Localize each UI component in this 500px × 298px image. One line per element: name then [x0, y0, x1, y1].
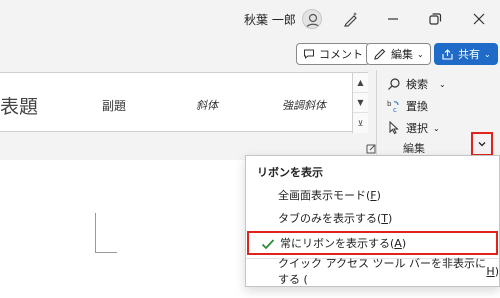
- share-button[interactable]: 共有 ⌄: [434, 43, 498, 65]
- action-row: コメント 編集 ⌄ 共有 ⌄: [0, 40, 500, 70]
- editing-group: 検索 ⌄ b c 置換 選択 ⌄ 編集: [376, 70, 460, 160]
- menu-item-label: タブのみを表示する(: [278, 212, 382, 225]
- gallery-scroll-up-icon[interactable]: ▲: [353, 73, 368, 93]
- svg-text:c: c: [393, 106, 397, 113]
- menu-item-suffix: ): [376, 188, 381, 202]
- chevron-down-icon: ⌄: [439, 79, 446, 89]
- menu-item-suffix: ): [494, 264, 499, 278]
- gallery-scrollbar: ▲ ▼ ⊻: [352, 73, 368, 133]
- menu-item-accesskey: H: [486, 264, 495, 278]
- replace-icon: b c: [387, 100, 399, 113]
- dialog-launcher-icon[interactable]: [366, 144, 376, 154]
- minimize-icon[interactable]: [384, 10, 402, 28]
- menu-item-fullscreen[interactable]: 全画面表示モード(F): [246, 184, 499, 206]
- menu-item-accesskey: T: [381, 211, 389, 225]
- menu-item-suffix: ): [401, 236, 407, 250]
- share-label: 共有: [458, 48, 480, 61]
- edit-mode-button[interactable]: 編集 ⌄: [366, 43, 431, 65]
- search-icon: [388, 78, 400, 90]
- share-icon: [442, 48, 453, 60]
- ribbon-display-menu: リボンを表示 全画面表示モード(F) タブのみを表示する(T) 常にリボンを表示…: [245, 155, 500, 287]
- menu-item-tabs-only[interactable]: タブのみを表示する(T): [246, 207, 499, 229]
- pencil-icon: [374, 48, 386, 60]
- gallery-scroll-down-icon[interactable]: ▼: [353, 93, 368, 113]
- chevron-down-icon: [478, 142, 486, 147]
- menu-item-accesskey: A: [394, 236, 402, 250]
- style-emphasis[interactable]: 斜体: [196, 97, 218, 113]
- editing-group-label: 編集: [403, 142, 425, 155]
- comment-button[interactable]: コメント: [296, 43, 370, 65]
- menu-header: リボンを表示: [257, 166, 323, 179]
- styles-gallery: 表題 副題 斜体 強調斜体 ▲ ▼ ⊻: [0, 72, 368, 133]
- chevron-down-icon: ⌄: [484, 49, 491, 59]
- menu-item-label: 常にリボンを表示する(: [280, 237, 395, 250]
- close-icon[interactable]: [470, 10, 488, 28]
- cursor-arrow-icon: [389, 121, 399, 135]
- chevron-down-icon: ⌄: [417, 49, 424, 59]
- title-bar: 秋葉 一郎: [0, 0, 500, 40]
- svg-text:b: b: [387, 100, 392, 108]
- menu-item-label: クイック アクセス ツール バーを非表示にする (: [278, 257, 486, 286]
- chevron-down-icon: ⌄: [433, 123, 440, 133]
- find-button[interactable]: 検索 ⌄: [387, 76, 446, 92]
- style-subtitle[interactable]: 副題: [102, 97, 126, 114]
- menu-item-hide-qat[interactable]: クイック アクセス ツール バーを非表示にする (H): [246, 257, 499, 286]
- edit-mode-label: 編集: [391, 48, 413, 61]
- style-intense-emphasis[interactable]: 強調斜体: [282, 97, 326, 113]
- restore-icon[interactable]: [426, 10, 444, 28]
- ribbon-display-options-button[interactable]: [471, 132, 493, 156]
- gallery-more-icon[interactable]: ⊻: [353, 113, 368, 133]
- replace-label: 置換: [406, 100, 428, 113]
- replace-button[interactable]: b c 置換: [387, 98, 428, 114]
- comment-label: コメント: [319, 48, 363, 61]
- page-corner-mark: [95, 213, 117, 253]
- menu-item-always-show[interactable]: 常にリボンを表示する(A): [247, 231, 498, 255]
- menu-item-suffix: ): [388, 211, 393, 225]
- style-title[interactable]: 表題: [0, 92, 38, 119]
- avatar-icon[interactable]: [302, 9, 322, 29]
- checkmark-icon: [261, 239, 275, 250]
- user-name: 秋葉 一郎: [244, 13, 296, 27]
- select-label: 選択: [406, 122, 428, 135]
- comment-icon: [304, 49, 314, 60]
- pen-sparkle-icon[interactable]: [342, 10, 360, 28]
- select-button[interactable]: 選択 ⌄: [387, 120, 440, 136]
- menu-item-label: 全画面表示モード(: [278, 189, 371, 202]
- ribbon: 表題 副題 斜体 強調斜体 ▲ ▼ ⊻ 検索 ⌄ b c 置換 選択 ⌄ 編集: [0, 70, 500, 160]
- find-label: 検索: [406, 78, 428, 91]
